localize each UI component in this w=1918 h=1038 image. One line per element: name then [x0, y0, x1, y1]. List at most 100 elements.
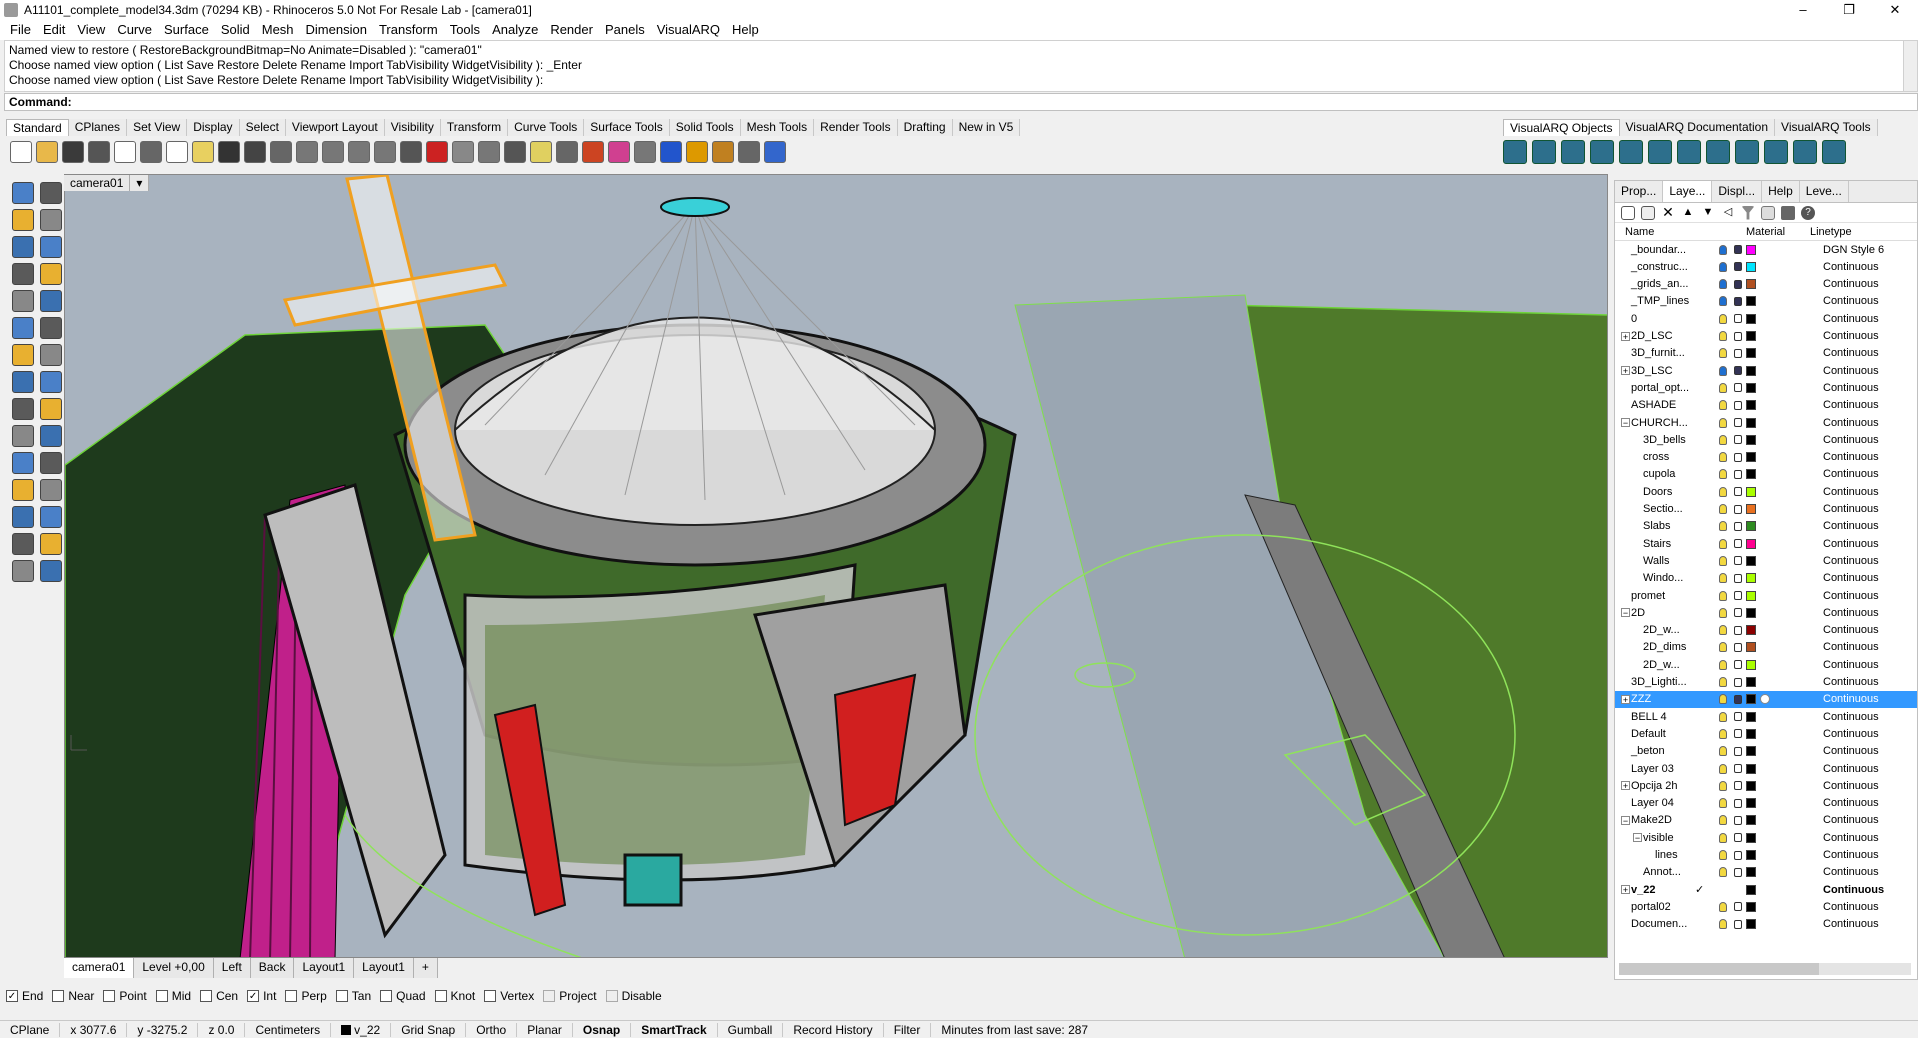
visibility-bulb-icon[interactable] [1719, 711, 1727, 722]
layer-row[interactable]: Walls Continuous [1615, 552, 1917, 569]
help-icon[interactable] [764, 141, 786, 163]
import-icon[interactable] [114, 141, 136, 163]
layer-linetype[interactable]: Continuous [1823, 676, 1879, 688]
lock-icon[interactable] [1734, 435, 1742, 445]
render-icon[interactable] [12, 560, 34, 582]
cut-icon[interactable] [140, 141, 162, 163]
slab-icon[interactable] [1735, 140, 1759, 164]
menu-analyze[interactable]: Analyze [486, 22, 544, 37]
osnap-end[interactable]: ✓ End [6, 989, 43, 1003]
layer-row[interactable]: lines Continuous [1615, 847, 1917, 864]
stair-icon[interactable] [1677, 140, 1701, 164]
layer-row[interactable]: _grids_an... Continuous [1615, 276, 1917, 293]
layer-color-swatch[interactable] [1746, 850, 1756, 860]
lock-icon[interactable] [1734, 348, 1742, 358]
visibility-bulb-icon[interactable] [1719, 659, 1727, 670]
pan-icon[interactable] [244, 141, 266, 163]
visibility-bulb-icon[interactable] [1719, 780, 1727, 791]
viewport-tab-3[interactable]: Back [250, 958, 295, 978]
lock-icon[interactable] [1734, 625, 1742, 635]
viewport-tab-5[interactable]: Layout1 [354, 958, 414, 978]
layer-color-swatch[interactable] [1746, 901, 1756, 912]
visibility-bulb-icon[interactable] [1719, 555, 1727, 566]
layer-color-swatch[interactable] [1746, 746, 1756, 757]
osnap-checkbox[interactable] [200, 990, 213, 1002]
layer-row[interactable]: ASHADE Continuous [1615, 397, 1917, 414]
rotate-view-icon[interactable] [270, 141, 292, 163]
filter-icon[interactable] [1741, 205, 1755, 220]
osnap-cen[interactable]: Cen [200, 989, 238, 1003]
tab-visibility[interactable]: Visibility [384, 119, 441, 136]
layer-row[interactable]: cross Continuous [1615, 449, 1917, 466]
layer-name[interactable]: _grids_an... [1631, 278, 1688, 290]
visibility-bulb-icon[interactable] [1719, 798, 1727, 809]
layer-name[interactable]: _construc... [1631, 261, 1688, 273]
layer-row[interactable]: + v_22 ✓ Continuous [1615, 881, 1917, 898]
visibility-bulb-icon[interactable] [1719, 746, 1727, 757]
viewport-name[interactable]: camera01 [64, 175, 131, 191]
lock-icon[interactable] [1734, 262, 1742, 272]
layer-color-swatch[interactable] [1746, 521, 1756, 532]
layer-color-swatch[interactable] [1746, 867, 1756, 878]
status-grid-snap[interactable]: Grid Snap [391, 1022, 467, 1037]
visibility-bulb-icon[interactable] [1719, 728, 1727, 739]
osnap-int[interactable]: ✓ Int [247, 989, 276, 1003]
lock-icon[interactable] [1734, 331, 1742, 341]
layer-linetype[interactable]: Continuous [1823, 641, 1879, 653]
layer-color-swatch[interactable] [1746, 452, 1756, 463]
layer-linetype[interactable]: Continuous [1823, 590, 1879, 602]
osnap-checkbox[interactable] [434, 990, 447, 1002]
layer-linetype[interactable]: Continuous [1823, 659, 1879, 671]
visibility-bulb-icon[interactable] [1719, 850, 1727, 860]
layer-name[interactable]: _TMP_lines [1631, 295, 1689, 307]
layer-color-swatch[interactable] [1746, 244, 1756, 255]
lock-icon[interactable] [1734, 487, 1742, 497]
zoom-extents-icon[interactable] [348, 141, 370, 163]
lock-icon[interactable] [1734, 400, 1742, 410]
car-icon[interactable] [426, 141, 448, 163]
layer-row[interactable]: portal02 Continuous [1615, 898, 1917, 915]
layer-color-swatch[interactable] [1746, 382, 1756, 393]
visibility-bulb-icon[interactable] [1719, 763, 1727, 774]
light-bulb-icon[interactable] [530, 141, 552, 163]
layer-name[interactable]: 2D_w... [1643, 624, 1680, 636]
visibility-bulb-icon[interactable] [1719, 486, 1727, 497]
layer-name[interactable]: 2D_w... [1643, 659, 1680, 671]
osnap-checkbox[interactable] [380, 990, 393, 1002]
layer-linetype[interactable]: Continuous [1823, 313, 1879, 325]
roof-icon[interactable] [1764, 140, 1788, 164]
osnap-checkbox[interactable] [52, 990, 65, 1002]
visibility-bulb-icon[interactable] [1719, 625, 1727, 636]
viewport-dropdown-icon[interactable]: ▾ [130, 175, 150, 191]
layer-state-icon[interactable] [1761, 205, 1775, 220]
array-icon[interactable] [40, 452, 62, 474]
layer-name[interactable]: Layer 04 [1631, 797, 1674, 809]
column-name[interactable]: Name [1625, 226, 1654, 238]
layer-color-swatch[interactable] [1746, 919, 1756, 930]
cplane-icon[interactable] [478, 141, 500, 163]
lock-icon[interactable] [1734, 279, 1742, 289]
lock-icon[interactable] [1734, 591, 1742, 600]
check-icon[interactable] [40, 533, 62, 555]
tab-surface-tools[interactable]: Surface Tools [584, 119, 670, 136]
visibility-bulb-icon[interactable] [1719, 677, 1727, 687]
layer-name[interactable]: ASHADE [1631, 399, 1676, 411]
menu-tools[interactable]: Tools [444, 22, 486, 37]
lock-icon[interactable] [1734, 867, 1742, 877]
polygon-icon[interactable] [12, 290, 34, 312]
layer-name[interactable]: 2D [1631, 607, 1645, 619]
visibility-bulb-icon[interactable] [1719, 348, 1727, 359]
status-filter[interactable]: Filter [884, 1022, 932, 1037]
layer-linetype[interactable]: Continuous [1823, 347, 1879, 359]
move-down-icon[interactable]: ▼ [1701, 206, 1715, 220]
osnap-point[interactable]: Point [103, 989, 147, 1003]
menu-file[interactable]: File [4, 22, 37, 37]
shade-icon[interactable] [504, 141, 526, 163]
layer-linetype[interactable]: Continuous [1823, 763, 1879, 775]
menu-edit[interactable]: Edit [37, 22, 71, 37]
status-ortho[interactable]: Ortho [466, 1022, 518, 1037]
layer-color-swatch[interactable] [1746, 348, 1756, 359]
visibility-bulb-icon[interactable] [1719, 573, 1727, 584]
sphere-render-icon[interactable] [634, 141, 656, 163]
panel-tab-3[interactable]: Help [1762, 181, 1800, 202]
